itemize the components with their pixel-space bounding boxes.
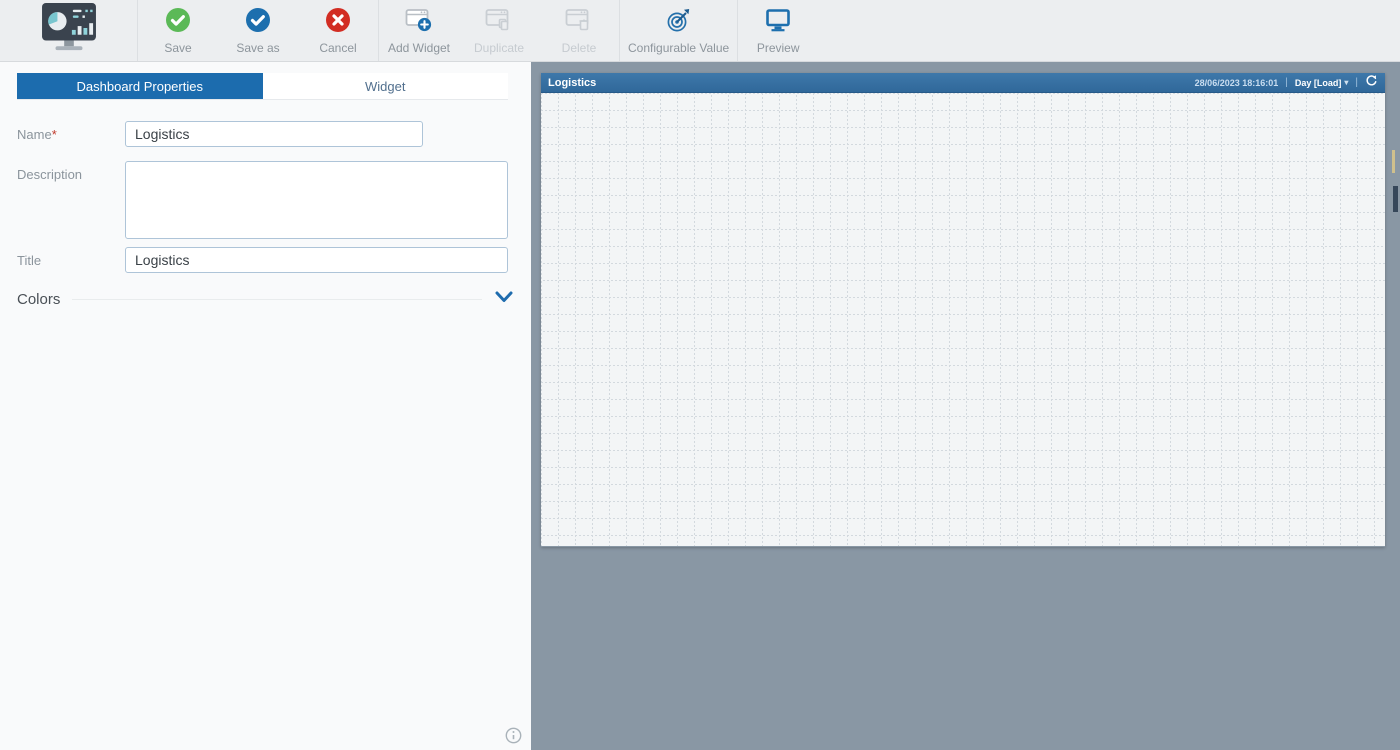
configurable-value-label: Configurable Value: [620, 41, 737, 55]
save-as-label: Save as: [228, 41, 287, 55]
tab-dashboard-properties[interactable]: Dashboard Properties: [17, 73, 263, 99]
add-widget-label: Add Widget: [380, 41, 458, 55]
cancel-label: Cancel: [311, 41, 364, 55]
header-divider: |: [1355, 77, 1358, 88]
colors-section-toggle[interactable]: Colors: [0, 290, 531, 309]
tab-dashboard-properties-label: Dashboard Properties: [77, 79, 203, 94]
canvas-title: Logistics: [548, 77, 596, 89]
cancel-x-circle-icon: [325, 7, 351, 38]
interval-dropdown[interactable]: Day [Load] ▾: [1295, 78, 1349, 88]
description-label: Description: [17, 161, 125, 182]
canvas-grid-area[interactable]: [541, 93, 1385, 546]
description-field-row: Description: [0, 161, 531, 239]
title-input[interactable]: [125, 247, 508, 273]
delete-button[interactable]: Delete: [539, 0, 619, 61]
refresh-icon: [1365, 74, 1378, 92]
delete-label: Delete: [554, 41, 605, 55]
dashboard-workspace: Logistics 28/06/2023 18:16:01 | Day [Loa…: [531, 62, 1400, 750]
app-logo: [0, 0, 137, 61]
canvas-header-controls: 28/06/2023 18:16:01 | Day [Load] ▾ |: [1195, 74, 1378, 92]
panel-tabs: Dashboard Properties Widget: [17, 73, 508, 100]
title-label: Title: [17, 253, 125, 268]
window-trash-icon: [565, 7, 593, 38]
window-plus-icon: [405, 7, 433, 38]
preview-button[interactable]: Preview: [738, 0, 818, 61]
save-label: Save: [156, 41, 199, 55]
duplicate-button[interactable]: Duplicate: [459, 0, 539, 61]
timestamp: 28/06/2023 18:16:01: [1195, 78, 1279, 88]
save-button[interactable]: Save: [138, 0, 218, 61]
preview-label: Preview: [749, 41, 808, 55]
colors-section-label: Colors: [17, 291, 60, 308]
save-as-button[interactable]: Save as: [218, 0, 298, 61]
tab-widget-label: Widget: [365, 79, 405, 94]
name-field-row: Name*: [0, 121, 531, 147]
dashboard-canvas: Logistics 28/06/2023 18:16:01 | Day [Loa…: [541, 73, 1385, 547]
refresh-button[interactable]: [1365, 74, 1378, 92]
dashboard-designer-window: Save Save as Cancel: [0, 0, 1400, 750]
save-check-circle-icon: [165, 7, 191, 38]
toolbar: Save Save as Cancel: [0, 0, 1400, 62]
properties-panel: Dashboard Properties Widget Name* Descri…: [0, 62, 531, 750]
header-divider: |: [1285, 77, 1288, 88]
right-scrollbar[interactable]: [1386, 62, 1400, 750]
chevron-down-icon: [494, 290, 514, 309]
canvas-header-bar: Logistics 28/06/2023 18:16:01 | Day [Loa…: [541, 73, 1385, 93]
dashboard-monitor-logo-icon: [38, 2, 100, 59]
info-button[interactable]: [505, 727, 522, 744]
required-asterisk: *: [52, 127, 57, 142]
scrollbar-thumb[interactable]: [1393, 186, 1398, 212]
name-input[interactable]: [125, 121, 423, 147]
add-widget-button[interactable]: Add Widget: [379, 0, 459, 61]
description-textarea[interactable]: [125, 161, 508, 239]
title-field-row: Title: [0, 247, 531, 273]
section-divider-line: [72, 299, 482, 300]
scrollbar-marker: [1392, 150, 1395, 173]
cancel-button[interactable]: Cancel: [298, 0, 378, 61]
configurable-value-button[interactable]: Configurable Value: [620, 0, 737, 61]
duplicate-label: Duplicate: [466, 41, 532, 55]
caret-down-icon: ▾: [1344, 78, 1348, 87]
monitor-outline-icon: [765, 7, 791, 38]
name-label: Name*: [17, 127, 125, 142]
window-copy-icon: [485, 7, 513, 38]
save-as-check-circle-icon: [245, 7, 271, 38]
tab-widget[interactable]: Widget: [263, 73, 509, 99]
interval-dropdown-label: Day [Load]: [1295, 78, 1342, 88]
info-circle-icon: [505, 731, 522, 748]
target-dart-icon: [666, 7, 692, 38]
